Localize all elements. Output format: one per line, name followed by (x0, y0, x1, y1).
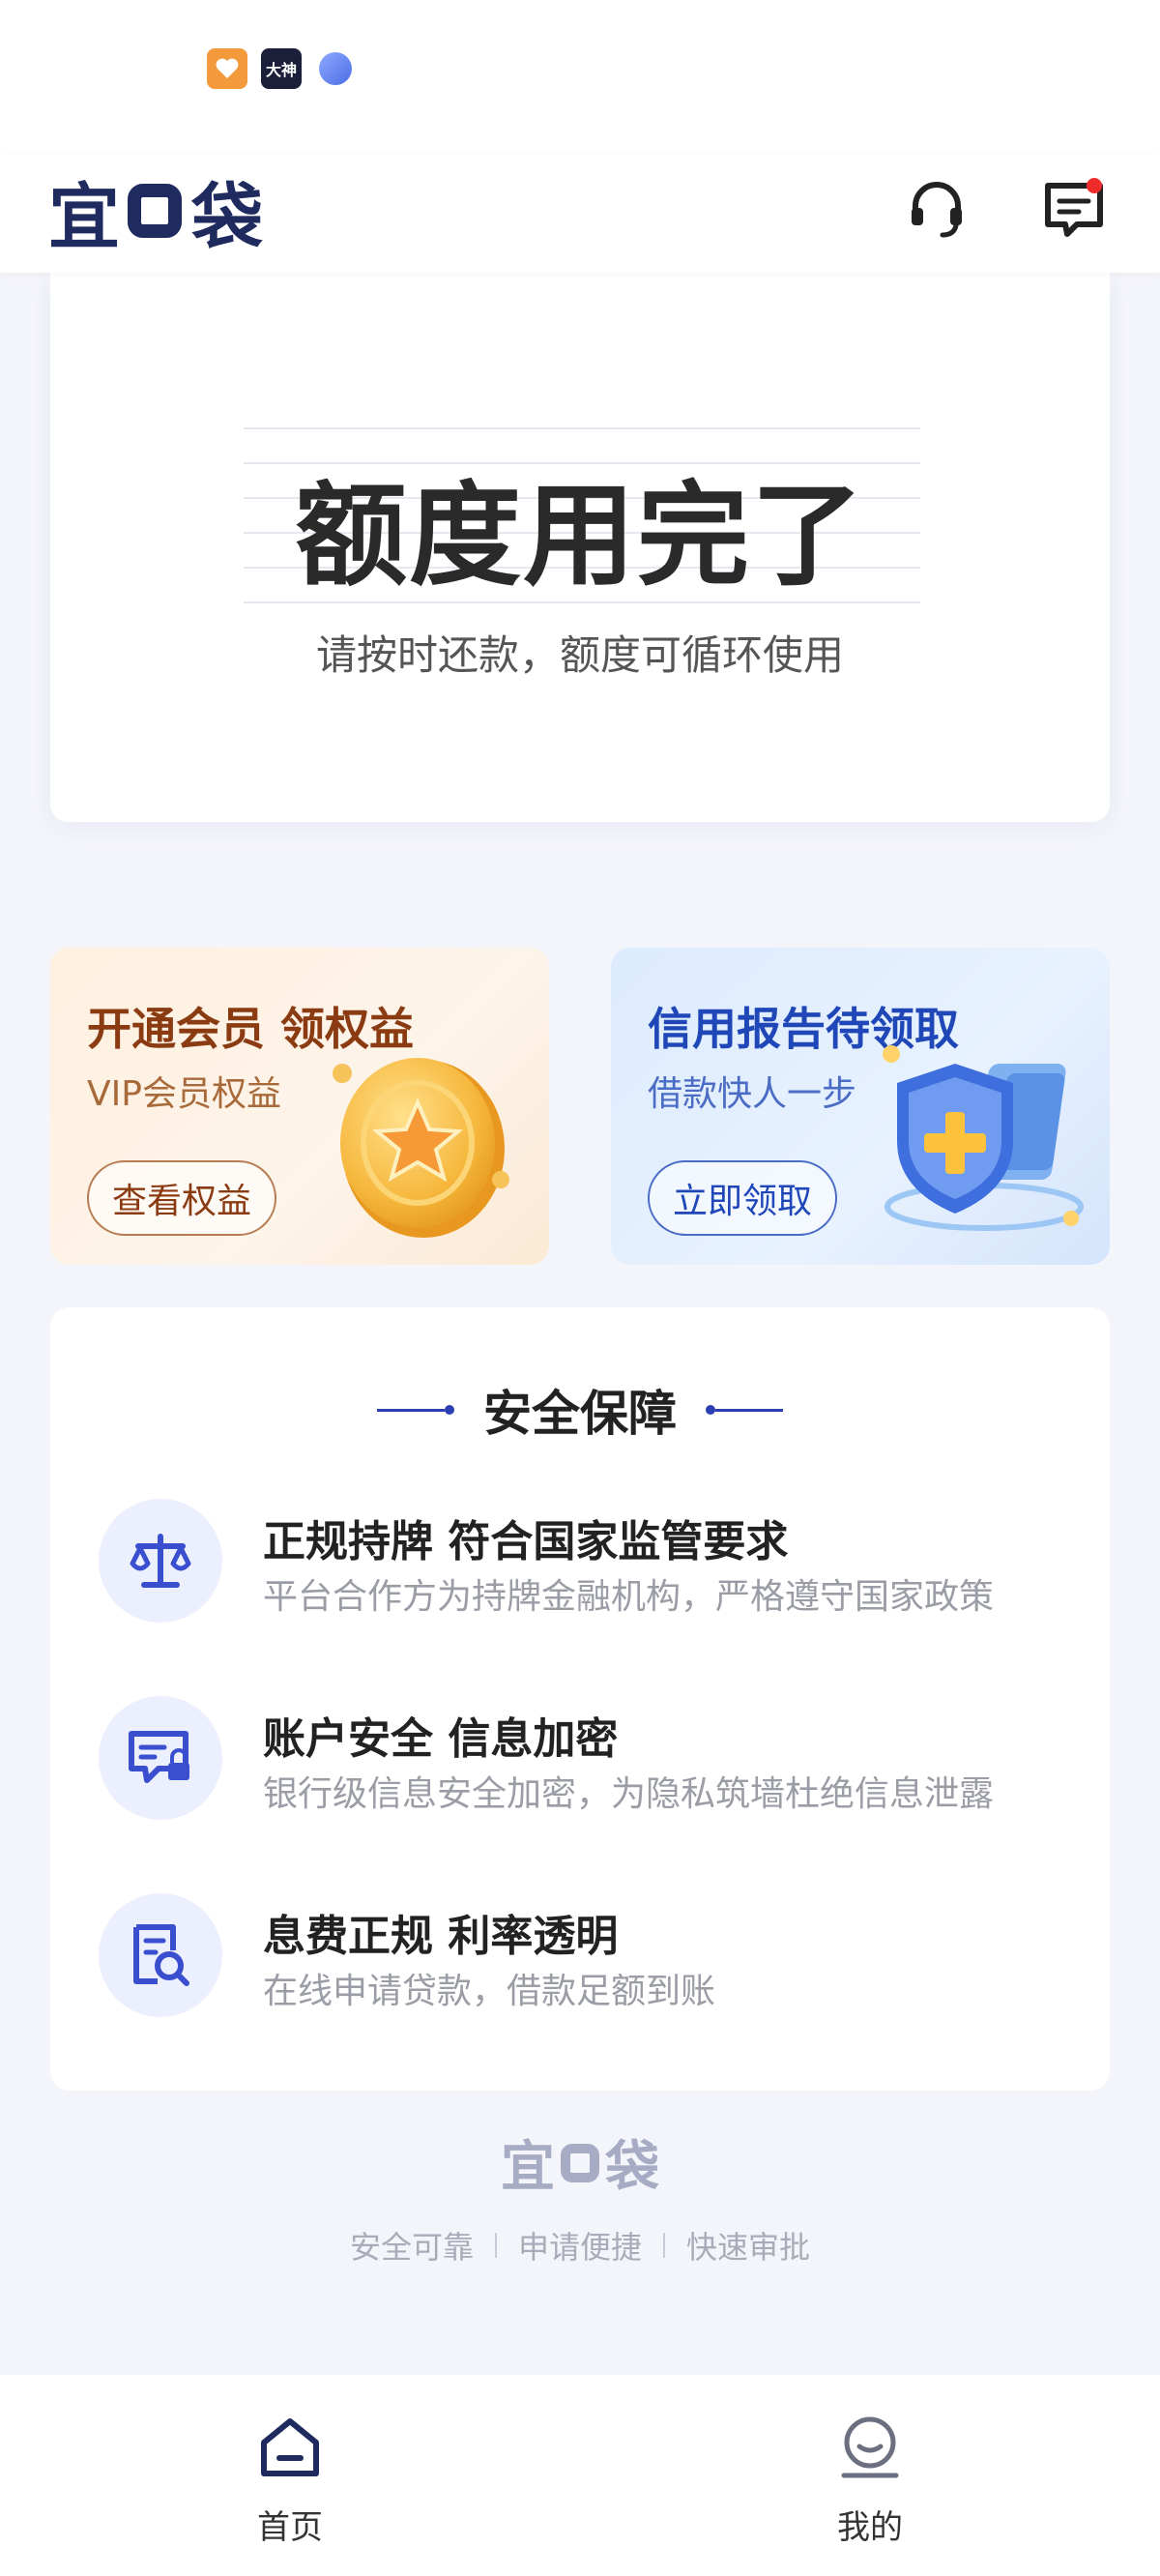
feature-desc: 银行级信息安全加密，为隐私筑墙杜绝信息泄露 (263, 1774, 995, 1814)
footer-separator (494, 2233, 497, 2258)
shield-plus-icon (883, 1045, 1084, 1231)
feature-licensed: 正规持牌 符合国家监管要求 平台合作方为持牌金融机构，严格遵守国家政策 (99, 1499, 1065, 1634)
safety-guarantee-card: 安全保障 正规持牌 符合国家监管要求 平台合作方为持牌金融机构，严格遵守国家政策 (50, 1307, 1110, 2091)
footer-tag: 安全可靠 (349, 2229, 474, 2266)
document-search-icon (99, 1893, 222, 2017)
logo-char-right: 袋 (191, 175, 263, 259)
left-decor (377, 1405, 454, 1415)
feature-title: 息费正规 利率透明 (263, 1912, 619, 1961)
right-decor (706, 1405, 783, 1415)
status-bar: 大神 (0, 0, 1160, 155)
quota-card: 额度用完了 请按时还款，额度可循环使用 (50, 273, 1110, 822)
quota-subtitle: 请按时还款，额度可循环使用 (315, 631, 844, 679)
tab-home-label: 首页 (257, 2508, 323, 2547)
home-icon (261, 2418, 319, 2476)
customer-service-icon (912, 182, 962, 238)
logo-ring (128, 184, 182, 238)
safety-header: 安全保障 (50, 1375, 1110, 1445)
dashen-app-icon: 大神 (261, 48, 302, 89)
browser-app-icon (315, 48, 356, 89)
message-button[interactable] (1030, 166, 1117, 253)
secure-message-icon (99, 1696, 222, 1820)
feature-title: 账户安全 信息加密 (263, 1714, 619, 1764)
feature-title: 正规持牌 符合国家监管要求 (263, 1517, 789, 1566)
feature-desc: 平台合作方为持牌金融机构，严格遵守国家政策 (263, 1577, 995, 1617)
gold-star-coin-icon (333, 1058, 509, 1238)
footer-tag: 申请便捷 (517, 2229, 642, 2266)
app-header: 宜 袋 (0, 155, 1160, 273)
safety-title: 安全保障 (483, 1386, 677, 1442)
vip-promo-card[interactable]: 开通会员 领权益 VIP会员权益 查看权益 (50, 948, 549, 1265)
footer-logo-char-right: 袋 (605, 2136, 659, 2199)
customer-service-button[interactable] (893, 166, 980, 253)
health-app-icon (207, 48, 247, 89)
feature-transparent-fees: 息费正规 利率透明 在线申请贷款，借款足额到账 (99, 1893, 1065, 2029)
footer-logo-ring (561, 2143, 599, 2182)
bottom-tab-bar: 首页 我的 (0, 2375, 1160, 2576)
logo-char-left: 宜 (48, 175, 120, 259)
tab-mine[interactable]: 我的 (773, 2414, 967, 2548)
footer-tags: 安全可靠 申请便捷 快速审批 (0, 2223, 1160, 2268)
footer-tag: 快速审批 (686, 2229, 811, 2266)
tab-mine-label: 我的 (837, 2508, 903, 2547)
scale-icon (99, 1499, 222, 1623)
feature-desc: 在线申请贷款，借款足额到账 (263, 1972, 716, 2011)
quota-title: 额度用完了 (295, 471, 865, 601)
dashen-label: 大神 (265, 61, 297, 79)
feature-account-security: 账户安全 信息加密 银行级信息安全加密，为隐私筑墙杜绝信息泄露 (99, 1696, 1065, 1831)
footer-brand: 宜 袋 安全可靠 申请便捷 快速审批 (0, 2123, 1160, 2268)
view-benefits-button[interactable]: 查看权益 (87, 1160, 277, 1236)
vip-promo-subtitle: VIP会员权益 (87, 1074, 281, 1114)
claim-now-button[interactable]: 立即领取 (648, 1160, 838, 1236)
unread-dot (1087, 178, 1102, 193)
footer-separator (663, 2233, 665, 2258)
app-logo: 宜 袋 (48, 164, 263, 259)
credit-report-promo-card[interactable]: 信用报告待领取 借款快人一步 立即领取 (611, 948, 1110, 1265)
tab-home[interactable]: 首页 (193, 2414, 387, 2548)
credit-promo-subtitle: 借款快人一步 (648, 1074, 857, 1114)
profile-icon (841, 2416, 899, 2478)
footer-logo: 宜 袋 (501, 2123, 659, 2202)
footer-logo-char-left: 宜 (501, 2136, 555, 2199)
